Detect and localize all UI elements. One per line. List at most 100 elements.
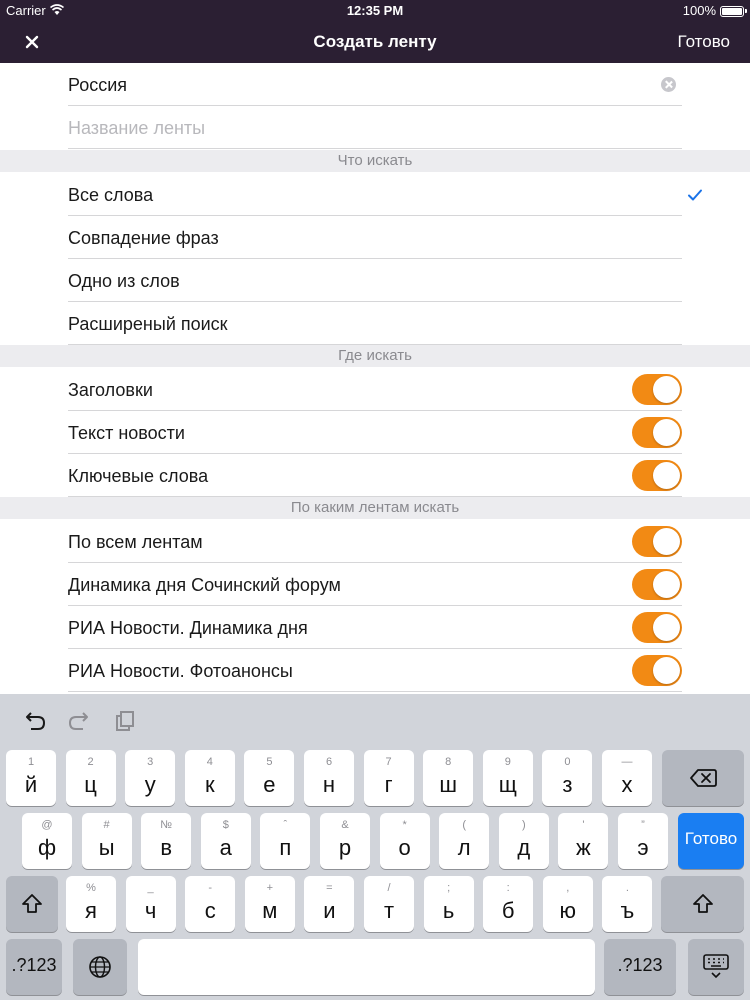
key-row1-3[interactable]: 4к [184, 750, 235, 806]
globe-key[interactable] [73, 939, 127, 995]
section-header-what: Что искать [0, 150, 750, 172]
key-row3-7[interactable]: :б [483, 876, 534, 932]
key-row2-9[interactable]: ' ж [558, 813, 609, 869]
key-letter: ы [98, 835, 115, 860]
battery-icon [720, 6, 747, 17]
key-row1-2[interactable]: 3у [125, 750, 176, 806]
toggle-knob [653, 614, 680, 641]
all-feeds-toggle[interactable] [632, 526, 682, 557]
ria-photo-toggle[interactable] [632, 655, 682, 686]
key-letter: й [24, 772, 38, 797]
option-advanced-search[interactable]: Расширеный поиск [68, 302, 682, 345]
clock: 12:35 PM [346, 3, 404, 18]
key-row3-9[interactable]: .ъ [602, 876, 653, 932]
where-row-headlines: Заголовки [68, 368, 682, 411]
key-row3-6[interactable]: ; ь [423, 876, 474, 932]
section-header-where: Где искать [0, 345, 750, 367]
shift-icon [22, 894, 42, 913]
headlines-toggle[interactable] [632, 374, 682, 405]
option-phrase-match[interactable]: Совпадение фраз [68, 216, 682, 259]
key-hint: _ [147, 882, 154, 894]
option-label: Расширеный поиск [68, 314, 228, 334]
key-row3-3[interactable]: + м [244, 876, 295, 932]
key-letter: э [637, 835, 649, 860]
key-letter: г [384, 772, 393, 797]
option-any-word[interactable]: Одно из слов [68, 259, 682, 302]
key-row2-5[interactable]: & р [320, 813, 370, 869]
key-row1-9[interactable]: 0з [542, 750, 593, 806]
backspace-icon [690, 769, 717, 787]
numbers-key-label: .?123 [11, 955, 57, 975]
toggle-knob [653, 571, 680, 598]
key-row3-2[interactable]: -с [185, 876, 236, 932]
key-hint: — [621, 756, 633, 768]
key-row2-10[interactable]: ” э [618, 813, 668, 869]
keyboard-toolbar [0, 694, 750, 748]
paste-icon[interactable] [112, 708, 138, 734]
key-row3-5[interactable]: / т [364, 876, 414, 932]
key-row1-1[interactable]: 2ц [65, 750, 116, 806]
option-all-words[interactable]: Все слова [68, 173, 682, 216]
numbers-key-right[interactable]: .?123 [604, 939, 676, 995]
where-label: Текст новости [68, 423, 185, 443]
done-button[interactable]: Готово [678, 32, 731, 52]
key-row1-0[interactable]: 1й [6, 750, 56, 806]
search-query-field[interactable]: Россия [68, 63, 682, 106]
toggle-knob [653, 657, 680, 684]
ria-dynamics-toggle[interactable] [632, 612, 682, 643]
section-header-feeds: По каким лентам искать [0, 497, 750, 519]
key-hint: # [103, 819, 110, 831]
key-row1-4[interactable]: 5е [244, 750, 295, 806]
key-letter: л [457, 835, 471, 860]
keyboard-hide-icon [703, 954, 729, 979]
key-row2-6[interactable]: * о [379, 813, 430, 869]
key-row3-4[interactable]: = и [304, 876, 355, 932]
feed-label: РИА Новости. Динамика дня [68, 618, 308, 638]
battery-percent: 100% [682, 3, 716, 18]
key-row2-2[interactable]: № в [141, 813, 192, 869]
shift-key-right[interactable] [661, 876, 744, 932]
undo-icon[interactable] [22, 708, 48, 734]
feed-label: По всем лентам [68, 532, 203, 552]
key-hint: ” [641, 819, 645, 831]
backspace-key[interactable] [662, 750, 744, 806]
key-row2-1[interactable]: # ы [81, 813, 132, 869]
key-row2-3[interactable]: $ а [200, 813, 251, 869]
key-row2-7[interactable]: (л [439, 813, 490, 869]
redo-icon[interactable] [66, 708, 92, 734]
feed-name-field[interactable]: Название ленты [68, 106, 682, 149]
shift-key-left[interactable] [6, 876, 58, 932]
key-row1-6[interactable]: 7г [363, 750, 414, 806]
key-hint: ( [462, 819, 467, 831]
key-hint: * [402, 819, 407, 831]
key-letter: х [621, 772, 633, 797]
where-label: Ключевые слова [68, 466, 209, 486]
key-hint: & [341, 819, 349, 831]
key-hint: № [160, 819, 173, 831]
key-row3-0[interactable]: % я [66, 876, 116, 932]
hide-keyboard-key[interactable] [688, 939, 744, 995]
numbers-key-left[interactable]: .?123 [6, 939, 62, 995]
key-row3-8[interactable]: ,ю [542, 876, 593, 932]
option-label: Одно из слов [68, 271, 180, 291]
go-key[interactable]: Готово [678, 813, 744, 869]
key-row2-0[interactable]: @ ф [22, 813, 72, 869]
clear-icon[interactable] [661, 77, 676, 92]
key-letter: ц [84, 772, 97, 797]
news-text-toggle[interactable] [632, 417, 682, 448]
toggle-knob [653, 528, 680, 555]
keywords-toggle[interactable] [632, 460, 682, 491]
key-row1-10[interactable]: — х [602, 750, 652, 806]
key-row1-8[interactable]: 9щ [482, 750, 533, 806]
key-letter: в [160, 835, 173, 860]
key-row2-8[interactable]: ) д [498, 813, 549, 869]
sochi-forum-toggle[interactable] [632, 569, 682, 600]
space-key[interactable] [138, 939, 595, 995]
key-row2-4[interactable]: ˆп [260, 813, 311, 869]
checkmark-icon [688, 189, 702, 201]
key-row1-5[interactable]: 6н [304, 750, 354, 806]
key-row1-7[interactable]: 8ш [423, 750, 474, 806]
key-row3-1[interactable]: _ ч [125, 876, 176, 932]
where-row-keywords: Ключевые слова [68, 454, 682, 497]
key-letter: м [262, 898, 278, 923]
